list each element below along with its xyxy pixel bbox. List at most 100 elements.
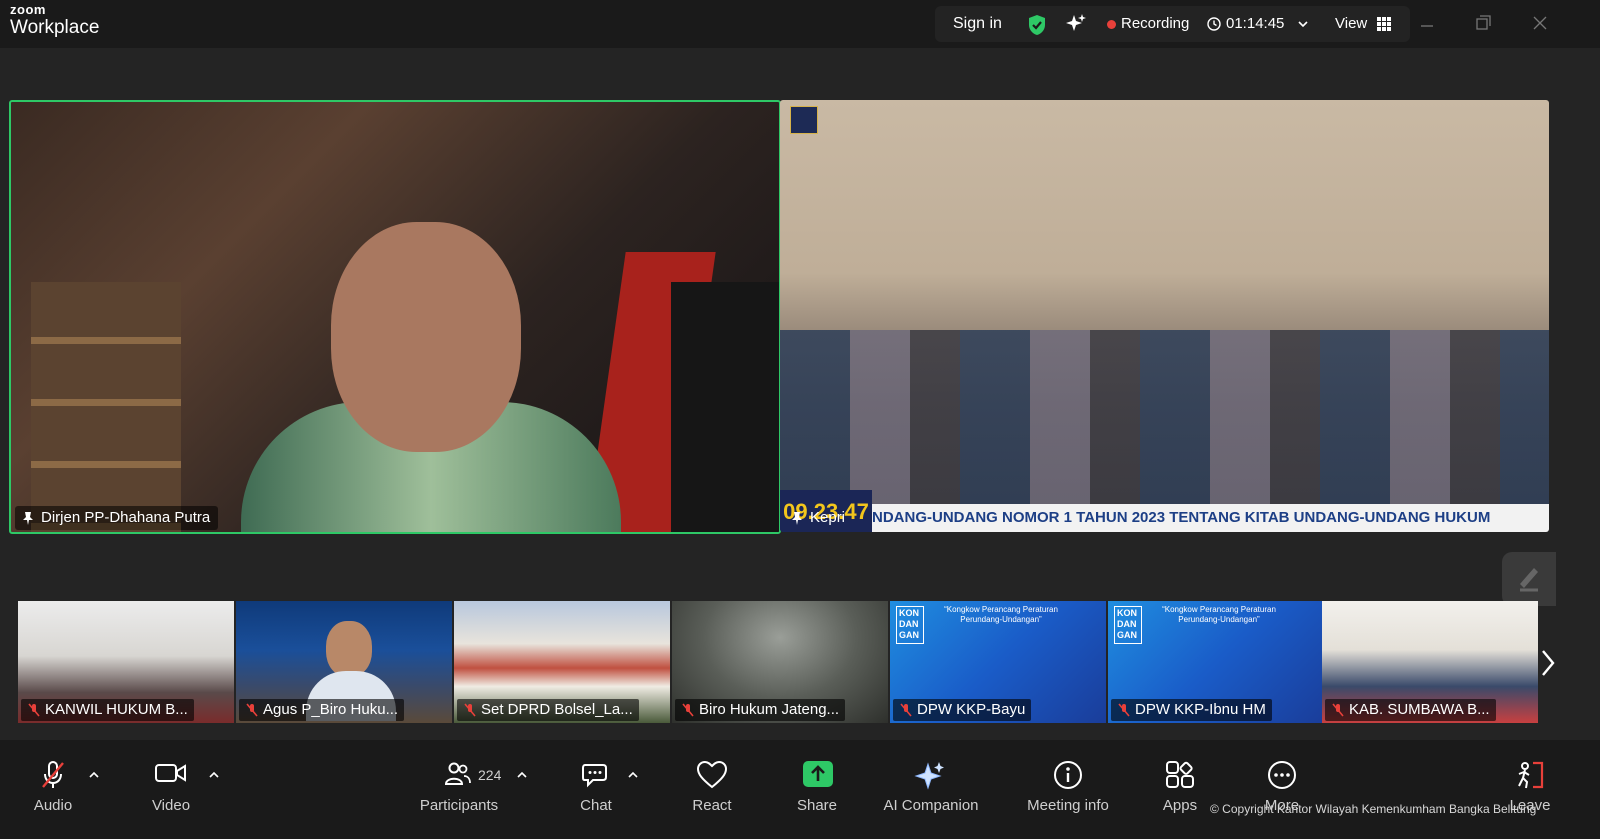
grid-view-icon[interactable] [1377, 17, 1391, 31]
recording-dot-icon [1107, 20, 1116, 29]
chat-button[interactable]: Chat [566, 740, 626, 839]
leave-door-icon [1518, 761, 1544, 789]
mic-muted-icon [900, 703, 912, 717]
chat-bubble-icon [582, 764, 607, 788]
video-button[interactable]: Video [136, 740, 206, 839]
chevron-right-icon[interactable] [1538, 645, 1558, 681]
meeting-info-button[interactable]: Meeting info [1016, 740, 1120, 839]
recording-status[interactable]: Recording [1121, 6, 1189, 42]
participants-options-caret-icon[interactable] [516, 770, 528, 780]
video-label: Video [151, 797, 191, 814]
kondangan-logo: KON DAN GAN [1114, 606, 1142, 644]
participant-thumbnail[interactable]: KAB. SUMBAWA B... [1322, 601, 1538, 723]
participant-thumbnail[interactable]: Biro Hukum Jateng... [672, 601, 888, 723]
thumbnail-name-tag: Set DPRD Bolsel_La... [457, 699, 639, 721]
participant-name: Kepri [810, 509, 846, 526]
thumbnail-name-tag: Biro Hukum Jateng... [675, 699, 846, 721]
restore-icon[interactable] [1468, 8, 1498, 38]
share-screen-icon [803, 761, 833, 787]
participant-thumbnail[interactable]: KANWIL HUKUM B... [18, 601, 234, 723]
kondangan-logo: KON DAN GAN [896, 606, 924, 644]
participant-thumbnail[interactable]: KON DAN GAN “Kongkow Perancang Peraturan… [890, 601, 1106, 723]
leave-button[interactable]: Leave [1500, 740, 1560, 839]
encryption-shield-icon[interactable] [1027, 14, 1047, 36]
mic-muted-icon [28, 703, 40, 717]
ai-companion-sparkle-icon [914, 762, 944, 790]
chevron-down-icon[interactable] [1297, 18, 1309, 30]
pin-icon [792, 512, 802, 525]
meeting-info-label: Meeting info [1027, 797, 1109, 814]
audio-button[interactable]: Audio [20, 740, 86, 839]
meeting-timer: 01:14:45 [1226, 15, 1285, 32]
participants-icon [444, 762, 471, 785]
mic-muted-icon [42, 761, 64, 788]
thumbnail-name-tag: KANWIL HUKUM B... [21, 699, 194, 721]
zoom-logo: zoom Workplace [10, 3, 99, 37]
background-shelf [31, 282, 181, 532]
pin-icon [23, 512, 33, 525]
thumbnail-name: DPW KKP-Bayu [917, 701, 1026, 718]
ai-sparkle-icon[interactable] [1065, 13, 1087, 35]
chat-options-caret-icon[interactable] [627, 770, 639, 780]
room-camera-video[interactable]: 09.23.47 NDANG-UNDANG NOMOR 1 TAHUN 2023… [780, 100, 1549, 532]
thumbnail-name-tag: KAB. SUMBAWA B... [1325, 699, 1496, 721]
mic-muted-icon [1118, 703, 1130, 717]
brand-top: zoom [10, 2, 46, 17]
video-camera-icon [155, 764, 186, 782]
meeting-status-bar: Sign in Recording 01:14:45 View [935, 6, 1410, 42]
participant-name: Dirjen PP-Dhahana Putra [41, 509, 211, 526]
participant-name-tag: Dirjen PP-Dhahana Putra [15, 506, 219, 530]
react-label: React [692, 797, 732, 814]
ai-companion-button[interactable]: AI Companion [876, 740, 986, 839]
share-button[interactable]: Share [782, 740, 852, 839]
thumbnail-name: KANWIL HUKUM B... [45, 701, 188, 718]
audio-label: Audio [33, 797, 73, 814]
whiteboard-pen-icon [1520, 568, 1538, 592]
active-speaker-video[interactable]: Dirjen PP-Dhahana Putra [9, 100, 781, 534]
sign-in-button[interactable]: Sign in [953, 6, 1002, 42]
seated-audience [780, 330, 1549, 530]
background-banner [671, 282, 779, 532]
participants-button[interactable]: Participants [414, 740, 504, 839]
speaker-head [331, 222, 521, 452]
slide-title: “Kongkow Perancang Peraturan Perundang-U… [944, 605, 1058, 624]
ministry-logo [790, 106, 818, 134]
apps-button[interactable]: Apps [1150, 740, 1210, 839]
heart-icon [696, 760, 728, 789]
thumbnail-name: KAB. SUMBAWA B... [1349, 701, 1490, 718]
mic-muted-icon [1332, 703, 1344, 717]
apps-label: Apps [1162, 797, 1198, 814]
thumbnail-name: Agus P_Biro Huku... [263, 701, 399, 718]
thumbnail-name: Set DPRD Bolsel_La... [481, 701, 633, 718]
participant-thumbnail[interactable]: Agus P_Biro Huku... [236, 601, 452, 723]
participant-thumbnail[interactable]: Set DPRD Bolsel_La... [454, 601, 670, 723]
participant-name-tag: Kepri [784, 506, 853, 530]
brand-bottom: Workplace [10, 17, 100, 38]
clock-icon [1207, 17, 1221, 31]
apps-icon [1166, 761, 1194, 788]
more-dots-icon [1268, 761, 1296, 789]
slide-title: “Kongkow Perancang Peraturan Perundang-U… [1162, 605, 1276, 624]
ai-companion-label: AI Companion [883, 797, 979, 814]
thumbnail-name-tag: Agus P_Biro Huku... [239, 699, 405, 721]
share-label: Share [796, 797, 838, 814]
video-options-caret-icon[interactable] [208, 770, 220, 780]
mic-muted-icon [682, 703, 694, 717]
floating-tool-tab[interactable] [1502, 552, 1556, 606]
mic-muted-icon [464, 703, 476, 717]
thumbnail-name-tag: DPW KKP-Bayu [893, 699, 1032, 721]
title-bar: zoom Workplace Sign in Recording 01:14:4… [0, 0, 1600, 48]
react-button[interactable]: React [672, 740, 752, 839]
minimize-icon[interactable] [1412, 8, 1442, 38]
audio-options-caret-icon[interactable] [88, 770, 100, 780]
view-button[interactable]: View [1335, 6, 1367, 42]
participant-thumbnail-strip: KANWIL HUKUM B... Agus P_Biro Huku... Se… [18, 601, 1538, 723]
info-icon [1054, 761, 1082, 789]
close-icon[interactable] [1525, 8, 1555, 38]
participants-label: Participants [419, 797, 499, 814]
thumbnail-name-tag: DPW KKP-Ibnu HM [1111, 699, 1272, 721]
more-button[interactable]: More [1252, 740, 1312, 839]
chat-label: Chat [580, 797, 612, 814]
participant-thumbnail[interactable]: KON DAN GAN “Kongkow Perancang Peraturan… [1108, 601, 1324, 723]
copyright-watermark: © Copyright Kantor Wilayah Kemenkumham B… [1210, 802, 1537, 816]
